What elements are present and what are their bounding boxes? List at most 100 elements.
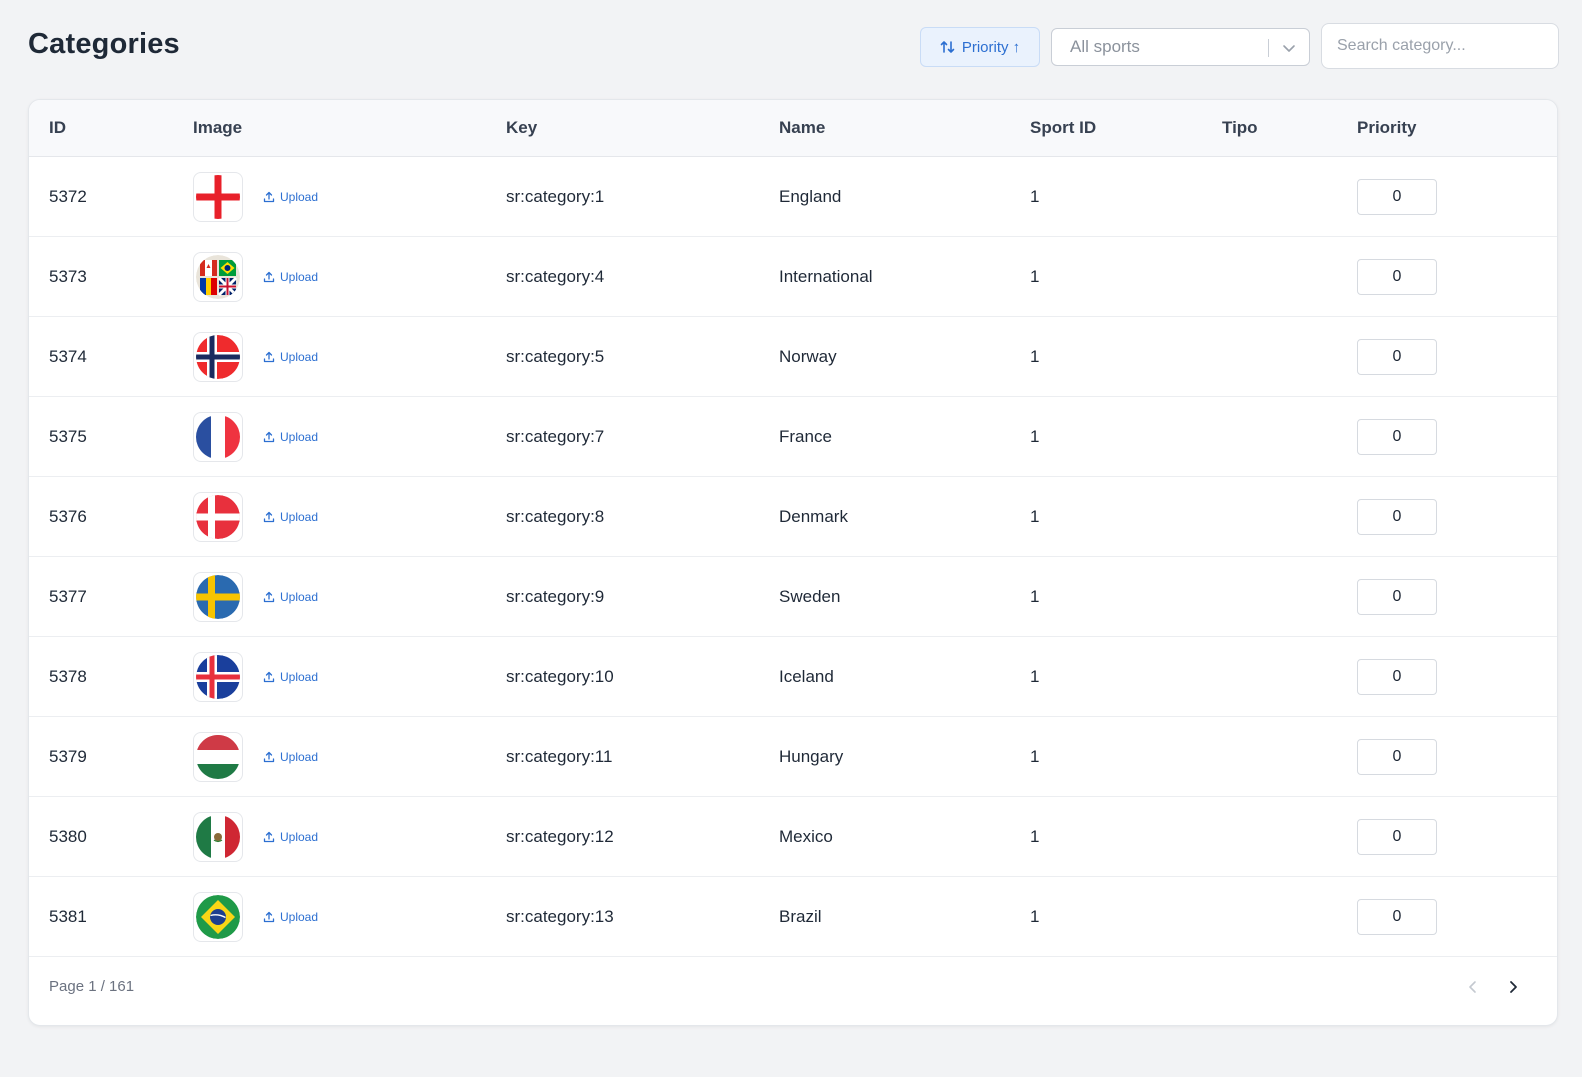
table-body: 5372 Upload sr:category:1 England 1 5373… bbox=[29, 157, 1557, 957]
cell-key: sr:category:4 bbox=[506, 267, 605, 286]
column-header-tipo: Tipo bbox=[1222, 118, 1258, 137]
cell-key: sr:category:9 bbox=[506, 587, 605, 606]
search-input[interactable] bbox=[1321, 23, 1559, 69]
cell-name: Mexico bbox=[779, 827, 833, 846]
pagination: Page 1 / 161 bbox=[29, 957, 1557, 1017]
international-flags-icon bbox=[196, 255, 240, 299]
priority-input[interactable] bbox=[1357, 179, 1437, 215]
cell-name: England bbox=[779, 187, 842, 206]
upload-button[interactable]: Upload bbox=[263, 557, 318, 637]
cell-name: France bbox=[779, 427, 832, 446]
priority-input[interactable] bbox=[1357, 899, 1437, 935]
cell-sport-id: 1 bbox=[1030, 747, 1040, 766]
cell-sport-id: 1 bbox=[1030, 827, 1040, 846]
cell-name: Sweden bbox=[779, 587, 841, 606]
table-row: 5381 Upload sr:category:13 Brazil 1 bbox=[29, 877, 1557, 957]
upload-label: Upload bbox=[280, 510, 319, 524]
upload-label: Upload bbox=[280, 270, 319, 284]
france-flag-icon bbox=[196, 415, 240, 459]
cell-id: 5377 bbox=[49, 587, 87, 606]
column-header-key: Key bbox=[506, 118, 538, 137]
table-row: 5372 Upload sr:category:1 England 1 bbox=[29, 157, 1557, 237]
cell-key: sr:category:12 bbox=[506, 827, 614, 846]
cell-name: Hungary bbox=[779, 747, 844, 766]
sort-priority-button[interactable]: Priority ↑ bbox=[920, 27, 1040, 67]
upload-label: Upload bbox=[280, 350, 319, 364]
upload-button[interactable]: Upload bbox=[263, 237, 318, 317]
cell-id: 5376 bbox=[49, 507, 87, 526]
cell-key: sr:category:11 bbox=[506, 747, 613, 766]
cell-name: Norway bbox=[779, 347, 837, 366]
cell-id: 5381 bbox=[49, 907, 87, 926]
cell-sport-id: 1 bbox=[1030, 347, 1040, 366]
next-page-button[interactable] bbox=[1503, 977, 1523, 997]
column-header-image: Image bbox=[193, 118, 243, 137]
cell-sport-id: 1 bbox=[1030, 587, 1040, 606]
table-row: 5380 Upload sr:category:12 Mexico 1 bbox=[29, 797, 1557, 877]
column-header-id: ID bbox=[49, 118, 66, 137]
upload-icon bbox=[263, 591, 275, 603]
priority-input[interactable] bbox=[1357, 259, 1437, 295]
priority-input[interactable] bbox=[1357, 419, 1437, 455]
upload-button[interactable]: Upload bbox=[263, 797, 318, 877]
cell-id: 5374 bbox=[49, 347, 87, 366]
priority-input[interactable] bbox=[1357, 819, 1437, 855]
table-row: 5373 Upload sr:category:4 International … bbox=[29, 237, 1557, 317]
upload-button[interactable]: Upload bbox=[263, 397, 318, 477]
priority-input[interactable] bbox=[1357, 339, 1437, 375]
hungary-flag-icon bbox=[196, 735, 240, 779]
table-row: 5378 Upload sr:category:10 Iceland 1 bbox=[29, 637, 1557, 717]
table-row: 5377 Upload sr:category:9 Sweden 1 bbox=[29, 557, 1557, 637]
flag-image bbox=[193, 812, 243, 862]
priority-input[interactable] bbox=[1357, 579, 1437, 615]
upload-icon bbox=[263, 671, 275, 683]
upload-button[interactable]: Upload bbox=[263, 157, 318, 237]
table-row: 5376 Upload sr:category:8 Denmark 1 bbox=[29, 477, 1557, 557]
iceland-flag-icon bbox=[196, 655, 240, 699]
upload-button[interactable]: Upload bbox=[263, 317, 318, 397]
flag-image bbox=[193, 732, 243, 782]
upload-label: Upload bbox=[280, 910, 319, 924]
sport-select[interactable]: All sports bbox=[1051, 28, 1310, 66]
cell-name: Denmark bbox=[779, 507, 848, 526]
sort-arrows-icon bbox=[940, 41, 955, 53]
cell-sport-id: 1 bbox=[1030, 667, 1040, 686]
upload-button[interactable]: Upload bbox=[263, 477, 318, 557]
upload-button[interactable]: Upload bbox=[263, 637, 318, 717]
column-header-priority: Priority bbox=[1357, 118, 1417, 137]
upload-icon bbox=[263, 511, 275, 523]
column-header-sport-id: Sport ID bbox=[1030, 118, 1097, 137]
previous-page-button[interactable] bbox=[1463, 977, 1483, 997]
page-title: Categories bbox=[28, 28, 180, 60]
sweden-flag-icon bbox=[196, 575, 240, 619]
cell-key: sr:category:10 bbox=[506, 667, 614, 686]
cell-sport-id: 1 bbox=[1030, 907, 1040, 926]
upload-label: Upload bbox=[280, 190, 319, 204]
upload-label: Upload bbox=[280, 670, 319, 684]
upload-button[interactable]: Upload bbox=[263, 877, 318, 957]
cell-key: sr:category:5 bbox=[506, 347, 605, 366]
page-indicator: Page 1 / 161 bbox=[49, 978, 135, 995]
flag-image bbox=[193, 892, 243, 942]
sort-button-label: Priority ↑ bbox=[961, 38, 1021, 56]
table-header: ID Image Key Name Sport ID Tipo Priority bbox=[29, 100, 1557, 157]
mexico-flag-icon bbox=[196, 815, 240, 859]
upload-button[interactable]: Upload bbox=[263, 717, 318, 797]
chevron-left-icon bbox=[1469, 981, 1476, 993]
chevron-right-icon bbox=[1510, 981, 1517, 993]
priority-input[interactable] bbox=[1357, 659, 1437, 695]
table-row: 5374 Upload sr:category:5 Norway 1 bbox=[29, 317, 1557, 397]
upload-label: Upload bbox=[280, 750, 319, 764]
cell-key: sr:category:13 bbox=[506, 907, 614, 926]
flag-image bbox=[193, 412, 243, 462]
priority-input[interactable] bbox=[1357, 499, 1437, 535]
cell-key: sr:category:7 bbox=[506, 427, 605, 446]
cell-name: Iceland bbox=[779, 667, 834, 686]
cell-sport-id: 1 bbox=[1030, 187, 1040, 206]
priority-input[interactable] bbox=[1357, 739, 1437, 775]
upload-icon bbox=[263, 351, 275, 363]
upload-icon bbox=[263, 271, 275, 283]
brazil-flag-icon bbox=[196, 895, 240, 939]
cell-sport-id: 1 bbox=[1030, 267, 1040, 286]
upload-icon bbox=[263, 911, 275, 923]
